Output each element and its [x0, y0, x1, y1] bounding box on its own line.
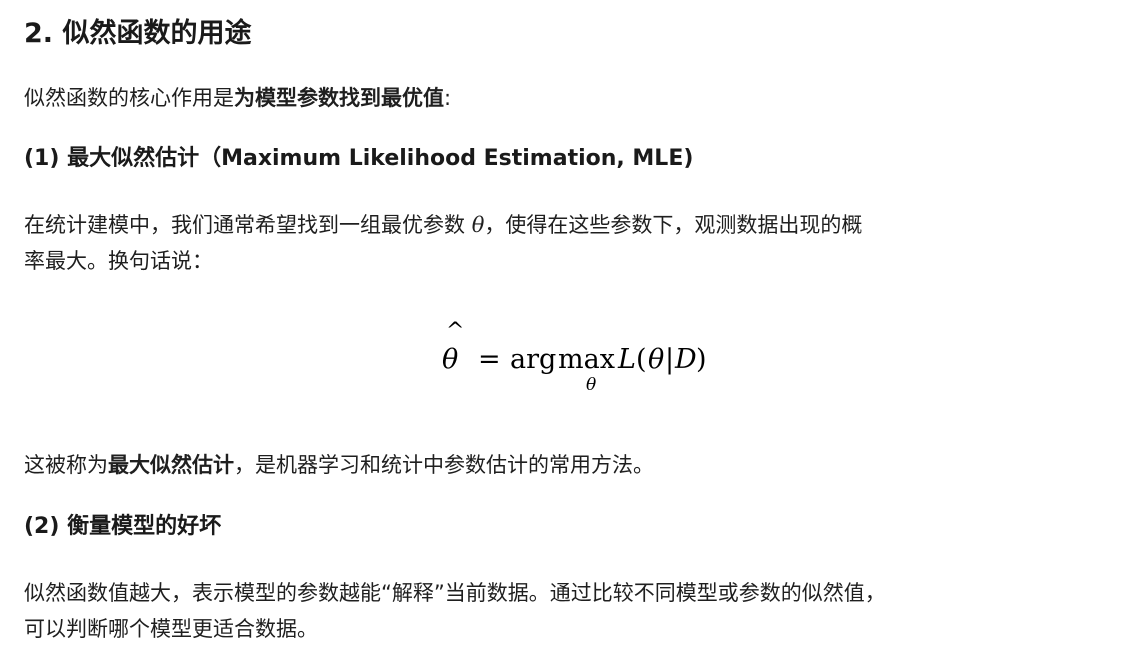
subsection-1-line-1: 在统计建模中，我们通常希望找到一组最优参数 θ，使得在这些参数下，观测数据出现的… [24, 207, 862, 243]
subsection-1-line-1-end: ，使得在这些参数下，观测数据出现的概 [484, 213, 863, 237]
intro-paragraph: 似然函数的核心作用是为模型参数找到最优值: [24, 80, 451, 116]
close-paren: ) [696, 344, 707, 375]
subsection-2-line-1: 似然函数值越大，表示模型的参数越能“解释”当前数据。通过比较不同模型或参数的似然… [24, 581, 886, 605]
mle-note-start: 这被称为 [24, 453, 108, 477]
mle-formula: ^ θ = arg max θ L ( θ | D ) [24, 319, 1140, 400]
intro-colon: : [444, 86, 452, 110]
given-bar: | [665, 344, 674, 375]
subsection-2-line-2: 可以判断哪个模型更适合数据。 [24, 617, 318, 641]
subsection-1-paragraph: 在统计建模中，我们通常希望找到一组最优参数 θ，使得在这些参数下，观测数据出现的… [24, 207, 862, 279]
intro-text: 似然函数的核心作用是 [24, 86, 234, 110]
mle-note-bold: 最大似然估计 [108, 453, 234, 477]
subsection-2-title: (2) 衡量模型的好坏 [24, 514, 222, 539]
subsection-1-line-1-start: 在统计建模中，我们通常希望找到一组最优参数 [24, 213, 472, 237]
max-subscript-theta: θ [586, 375, 596, 395]
theta-hat-accent: ^ [446, 319, 464, 344]
intro-bold-text: 为模型参数找到最优值 [234, 86, 444, 110]
equals-sign: = [478, 344, 501, 375]
mle-formula-svg: ^ θ = arg max θ L ( θ | D ) [442, 319, 707, 395]
open-paren: ( [636, 344, 647, 375]
mle-note-paragraph: 这被称为最大似然估计，是机器学习和统计中参数估计的常用方法。 [24, 447, 654, 483]
subsection-2-paragraph: 似然函数值越大，表示模型的参数越能“解释”当前数据。通过比较不同模型或参数的似然… [24, 575, 886, 647]
mle-note-end: ，是机器学习和统计中参数估计的常用方法。 [234, 453, 654, 477]
likelihood-function-name: L [617, 344, 636, 375]
max-operator: max [558, 344, 615, 375]
theta-inline-symbol: θ [471, 213, 485, 237]
theta-hat-symbol: θ [442, 344, 458, 375]
arg-operator: arg [510, 344, 556, 375]
argument-data: D [674, 344, 697, 375]
subsection-1-title: (1) 最大似然估计（Maximum Likelihood Estimation… [24, 146, 694, 171]
section-title: 2. 似然函数的用途 [24, 18, 252, 49]
argument-theta: θ [648, 344, 664, 375]
subsection-1-line-2: 率最大。换句话说： [24, 249, 213, 273]
